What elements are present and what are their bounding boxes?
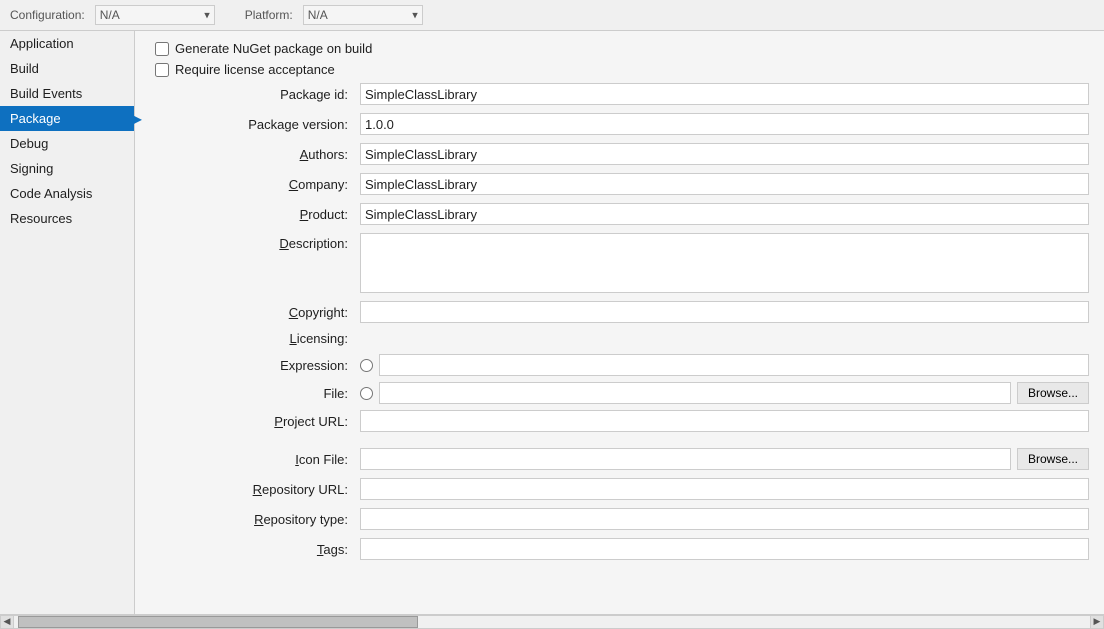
top-bar: Configuration: N/A Platform: N/A [0, 0, 1104, 31]
platform-select-wrapper: N/A [303, 5, 423, 25]
sidebar-item-application[interactable]: Application [0, 31, 134, 56]
icon-file-row: Icon File: Browse... [150, 448, 1089, 470]
icon-file-input[interactable] [360, 448, 1011, 470]
sidebar-item-signing[interactable]: Signing [0, 156, 134, 181]
generate-nuget-label: Generate NuGet package on build [175, 41, 372, 56]
package-version-row: Package version: [150, 113, 1089, 135]
repository-url-input[interactable] [360, 478, 1089, 500]
require-license-label: Require license acceptance [175, 62, 335, 77]
file-browse-button[interactable]: Browse... [1017, 382, 1089, 404]
sidebar-item-debug[interactable]: Debug [0, 131, 134, 156]
icon-browse-button[interactable]: Browse... [1017, 448, 1089, 470]
generate-nuget-checkbox[interactable] [155, 42, 169, 56]
expression-label: Expression: [150, 358, 360, 373]
platform-label: Platform: [245, 8, 293, 22]
package-version-label: Package version: [150, 117, 360, 132]
project-url-input[interactable] [360, 410, 1089, 432]
package-id-label: Package id: [150, 87, 360, 102]
sidebar-item-build[interactable]: Build [0, 56, 134, 81]
licensing-row: Licensing: [150, 331, 1089, 346]
tags-label: Tags: [150, 542, 360, 557]
authors-label: Authors: [150, 147, 360, 162]
licensing-label: Licensing: [150, 331, 360, 346]
h-scroll-thumb[interactable] [18, 616, 418, 628]
company-input[interactable] [360, 173, 1089, 195]
sidebar: Application Build Build Events Package D… [0, 31, 135, 614]
scroll-left-arrow[interactable]: ◀ [0, 615, 14, 629]
package-version-input[interactable] [360, 113, 1089, 135]
package-id-row: Package id: [150, 83, 1089, 105]
authors-input[interactable] [360, 143, 1089, 165]
tags-row: Tags: [150, 538, 1089, 560]
sidebar-item-resources[interactable]: Resources [0, 206, 134, 231]
content-area: Generate NuGet package on build Require … [135, 31, 1104, 614]
file-input[interactable] [379, 382, 1011, 404]
company-row: Company: [150, 173, 1089, 195]
copyright-input[interactable] [360, 301, 1089, 323]
generate-nuget-row: Generate NuGet package on build [150, 41, 1089, 56]
bottom-scrollbar: ◀ ▶ [0, 614, 1104, 628]
configuration-select[interactable]: N/A [95, 5, 215, 25]
configuration-select-wrapper: N/A [95, 5, 215, 25]
description-textarea[interactable] [360, 233, 1089, 293]
project-url-label: Project URL: [150, 414, 360, 429]
file-row: File: Browse... [150, 382, 1089, 404]
tags-input[interactable] [360, 538, 1089, 560]
repository-url-row: Repository URL: [150, 478, 1089, 500]
sidebar-item-code-analysis[interactable]: Code Analysis [0, 181, 134, 206]
description-row: Description: [150, 233, 1089, 293]
sidebar-item-build-events[interactable]: Build Events [0, 81, 134, 106]
file-label: File: [150, 386, 360, 401]
require-license-row: Require license acceptance [150, 62, 1089, 77]
file-radio[interactable] [360, 387, 373, 400]
product-label: Product: [150, 207, 360, 222]
description-label: Description: [150, 233, 360, 251]
platform-select[interactable]: N/A [303, 5, 423, 25]
main-container: Application Build Build Events Package D… [0, 31, 1104, 614]
package-id-input[interactable] [360, 83, 1089, 105]
repository-type-label: Repository type: [150, 512, 360, 527]
expression-row: Expression: [150, 354, 1089, 376]
require-license-checkbox[interactable] [155, 63, 169, 77]
repository-type-input[interactable] [360, 508, 1089, 530]
product-row: Product: [150, 203, 1089, 225]
authors-row: Authors: [150, 143, 1089, 165]
product-input[interactable] [360, 203, 1089, 225]
icon-file-label: Icon File: [150, 452, 360, 467]
expression-radio[interactable] [360, 359, 373, 372]
sidebar-item-package[interactable]: Package [0, 106, 134, 131]
h-scroll-track [14, 615, 1090, 629]
company-label: Company: [150, 177, 360, 192]
repository-type-row: Repository type: [150, 508, 1089, 530]
copyright-label: Copyright: [150, 305, 360, 320]
repository-url-label: Repository URL: [150, 482, 360, 497]
configuration-label: Configuration: [10, 8, 85, 22]
project-url-row: Project URL: [150, 410, 1089, 432]
scroll-right-arrow[interactable]: ▶ [1090, 615, 1104, 629]
copyright-row: Copyright: [150, 301, 1089, 323]
expression-input[interactable] [379, 354, 1089, 376]
